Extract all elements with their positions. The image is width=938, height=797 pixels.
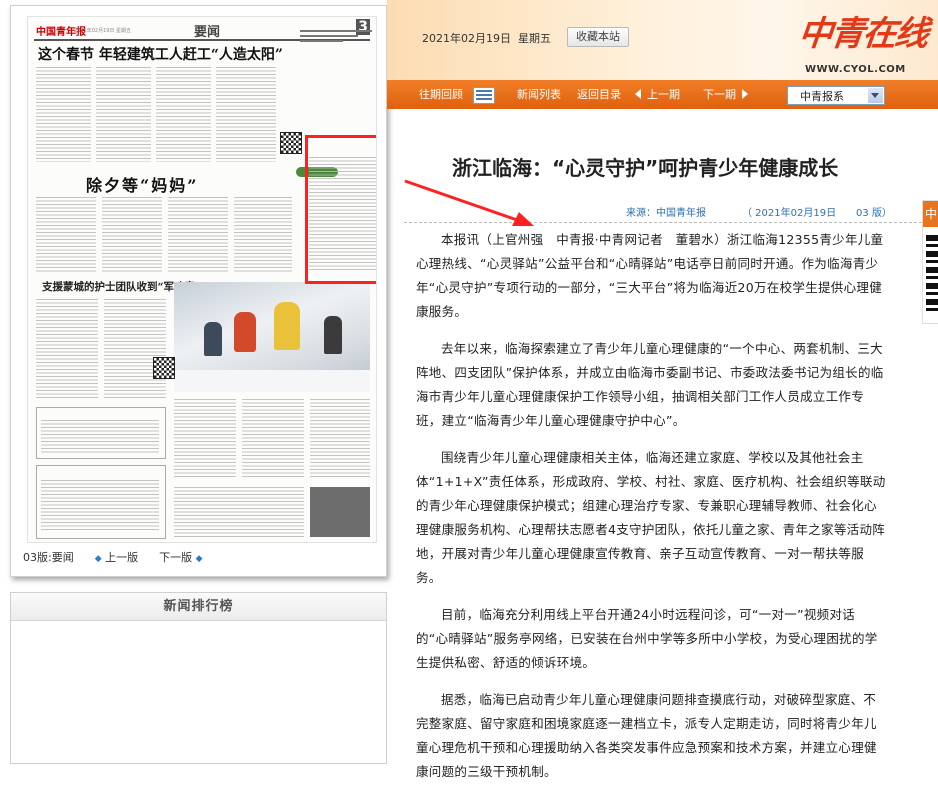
prev-page-link[interactable]: 上一版 — [105, 551, 138, 564]
floating-tab-label: 中 — [923, 201, 938, 227]
paper-text-block — [96, 67, 151, 162]
paper-text-block — [156, 67, 211, 162]
diamond-icon: ◆ — [94, 554, 102, 564]
diamond-icon: ◆ — [195, 554, 203, 564]
paper-select[interactable]: 中青报系 — [787, 86, 885, 105]
nav-history-link[interactable]: 往期回顾 — [419, 80, 463, 109]
newspaper-page-preview: 中国青年报 2021年02月19日 星期五 要闻 3 这个春节 年轻建筑工人赶工… — [10, 5, 387, 577]
article-title: 浙江临海：“心灵守护”呵护青少年健康成长 — [452, 156, 839, 180]
paper-boxed-item — [36, 407, 166, 459]
article-paragraph: 去年以来，临海探索建立了青少年儿童心理健康的“一个中心、两套机制、三大阵地、四支… — [416, 341, 884, 428]
paper-page-nav: 03版:要闻 ◆ 上一版 下一版 ◆ — [23, 549, 203, 565]
qr-code-icon — [153, 357, 175, 379]
paper-boxed-item — [36, 465, 166, 539]
chevron-down-icon[interactable] — [868, 88, 883, 103]
article-source: 来源：中国青年报 — [626, 208, 706, 219]
site-logo[interactable]: 中青在线 — [796, 6, 929, 55]
paper-text-block — [234, 197, 292, 272]
paper-text-block — [174, 399, 236, 479]
arrow-right-icon — [742, 89, 748, 99]
news-ranking-title: 新闻排行榜 — [11, 593, 386, 621]
paper-text-block — [242, 399, 304, 479]
nav-back-to-toc-link[interactable]: 返回目录 — [577, 80, 621, 109]
nav-prev-issue-link[interactable]: 上一期 — [635, 80, 680, 109]
article-paragraph: 本报讯（上官州强 中青报·中青网记者 董碧水）浙江临海12355青少年儿童心理热… — [416, 232, 884, 319]
news-ranking-panel: 新闻排行榜 — [10, 592, 387, 764]
next-page-link[interactable]: 下一版 — [159, 551, 192, 564]
add-favorite-button[interactable]: 收藏本站 — [567, 27, 629, 47]
article-body: 本报讯（上官州强 中青报·中青网记者 董碧水）浙江临海12355青少年儿童心理热… — [416, 228, 886, 797]
paper-text-block — [36, 197, 96, 272]
paper-text-block — [36, 299, 98, 399]
paper-text-block — [36, 67, 91, 162]
paper-side-heading — [300, 27, 372, 59]
paper-text-block — [310, 399, 370, 479]
edition-navbar: 往期回顾 新闻列表 返回目录 上一期 下一期 中青报系 — [387, 80, 938, 109]
article-paragraph: 目前，临海充分利用线上平台开通24小时远程问诊，可“一对一”视频对话的“心晴驿站… — [416, 607, 878, 670]
article-source-line: 来源：中国青年报 （ 2021年02月19日 03 版） — [404, 198, 922, 223]
article-paragraph: 围绕青少年儿童心理健康相关主体，临海还建立家庭、学校以及其他社会主体“1+1+X… — [416, 450, 886, 585]
qr-code-icon — [280, 132, 302, 154]
paper-headline-1[interactable]: 这个春节 年轻建筑工人赶工“人造太阳” — [38, 44, 283, 64]
article-paragraph: 据悉，临海已启动青少年儿童心理健康问题排查摸底行动，对破碎型家庭、不完整家庭、留… — [416, 692, 877, 779]
paper-text-block — [102, 197, 162, 272]
paper-section-name: 要闻 — [194, 25, 221, 40]
arrow-left-icon — [635, 89, 641, 99]
paper-text-block — [168, 197, 228, 272]
header-date: 2021年02月19日 星期五 — [422, 32, 551, 45]
paper-masthead-date: 2021年02月19日 星期五 — [74, 28, 132, 34]
paper-photo — [174, 282, 370, 392]
grid-icon[interactable] — [473, 87, 495, 104]
floating-share-tab[interactable]: 中 — [922, 200, 938, 324]
paper-text-block — [174, 487, 304, 537]
nav-next-issue-link[interactable]: 下一期 — [703, 80, 748, 109]
paper-ad-block — [310, 487, 370, 537]
paper-footer-page-label: 03版:要闻 — [23, 551, 74, 564]
article-page: 03 版） — [856, 208, 892, 219]
newspaper-page-image[interactable]: 中国青年报 2021年02月19日 星期五 要闻 3 这个春节 年轻建筑工人赶工… — [27, 16, 377, 543]
site-url: WWW.CYOL.COM — [805, 64, 906, 75]
paper-headline-2[interactable]: 除夕等“妈妈” — [86, 172, 198, 196]
paper-select-value: 中青报系 — [800, 90, 844, 103]
nav-news-list-link[interactable]: 新闻列表 — [517, 80, 561, 109]
paper-text-block — [104, 299, 166, 399]
article-date: （ 2021年02月19日 — [742, 208, 837, 219]
paper-text-block — [216, 67, 276, 162]
site-header-banner: 2021年02月19日 星期五 收藏本站 中青在线 WWW.CYOL.COM — [387, 0, 938, 80]
qr-code-icon — [926, 235, 938, 315]
highlighted-article-box[interactable] — [305, 135, 376, 284]
